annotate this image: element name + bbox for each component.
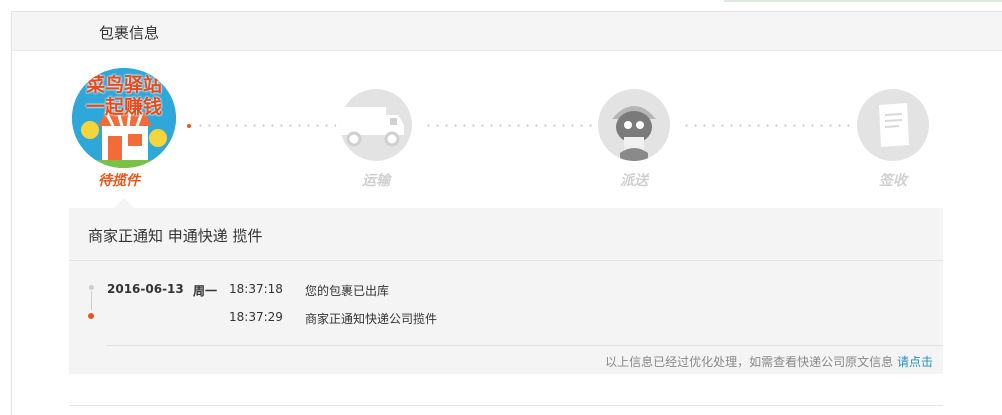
detail-title: 商家正通知 申通快递 揽件 bbox=[88, 227, 263, 245]
badge-line-1: 菜鸟驿站 bbox=[85, 74, 162, 96]
tracking-row: 18:37:29 商家正通知快递公司揽件 bbox=[69, 310, 943, 330]
courier-icon bbox=[598, 89, 670, 161]
delivery-truck-icon bbox=[340, 89, 412, 161]
step-label-pending-pickup: 待揽件 bbox=[98, 173, 140, 189]
signed-document-icon bbox=[857, 89, 929, 161]
progress-dots-2 bbox=[424, 124, 592, 127]
badge-line-2: 一起赚钱 bbox=[85, 96, 162, 118]
row-date: 2016-06-13 bbox=[107, 282, 184, 296]
note-text: 以上信息已经过优化处理，如需查看快递公司原文信息 bbox=[605, 355, 894, 369]
tracking-detail-box: 商家正通知 申通快递 揽件 2016-06-13 周一 18:37:18 您的包… bbox=[69, 208, 943, 374]
step-label-transit: 运输 bbox=[362, 173, 390, 189]
detail-header: 商家正通知 申通快递 揽件 bbox=[69, 208, 943, 261]
step-label-dispatch: 派送 bbox=[620, 173, 648, 189]
optimization-note: 以上信息已经过优化处理，如需查看快递公司原文信息 请点击 bbox=[605, 353, 933, 370]
tracking-row: 2016-06-13 周一 18:37:18 您的包裹已出库 bbox=[69, 282, 943, 302]
progress-dots-3 bbox=[682, 124, 850, 127]
panel-header: 包裹信息 bbox=[12, 12, 1002, 51]
row-message: 您的包裹已出库 bbox=[305, 284, 390, 298]
row-time: 18:37:18 bbox=[229, 282, 283, 296]
panel-title: 包裹信息 bbox=[99, 24, 160, 42]
progress-dots-1 bbox=[196, 124, 336, 127]
detail-separator bbox=[107, 345, 943, 346]
progress-start-dot bbox=[187, 124, 191, 128]
cainiao-station-icon: 菜鸟驿站 一起赚钱 bbox=[72, 68, 176, 168]
view-original-link[interactable]: 请点击 bbox=[897, 355, 933, 369]
row-weekday: 周一 bbox=[193, 284, 218, 298]
step-label-signed: 签收 bbox=[879, 173, 907, 189]
row-message: 商家正通知快递公司揽件 bbox=[305, 312, 438, 326]
row-time: 18:37:29 bbox=[229, 310, 283, 324]
top-accent-bar bbox=[724, 0, 1002, 2]
bottom-divider bbox=[69, 405, 943, 406]
